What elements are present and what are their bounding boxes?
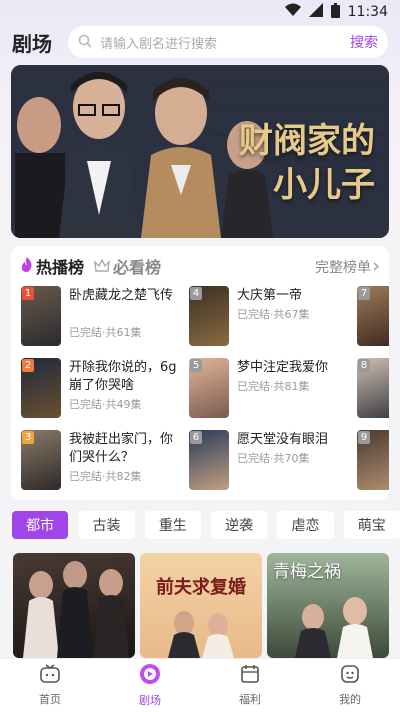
ranking-item[interactable]: 2 开除我你说的，6g崩了你哭啥 已完结·共49集 — [21, 358, 191, 420]
drama-cover: 5 — [189, 358, 229, 418]
poster-image — [295, 597, 373, 658]
status-time: 11:34 — [347, 4, 388, 20]
ranking-item[interactable]: 7 — [357, 286, 389, 348]
ranking-item[interactable]: 3 我被赶出家门，你们哭什么？ 已完结·共82集 — [21, 430, 191, 492]
search-button[interactable]: 搜索 — [350, 32, 378, 52]
poster-image — [23, 561, 129, 658]
drama-cover: 7 — [357, 286, 389, 346]
ranking-item[interactable]: 9 — [357, 430, 389, 492]
tab-must-watch[interactable]: 必看榜 — [94, 254, 161, 278]
fire-icon — [21, 256, 33, 276]
genre-chip-cute-baby[interactable]: 萌宝 — [343, 511, 400, 539]
tv-icon — [39, 664, 61, 688]
page-title: 剧场 — [12, 31, 52, 56]
ranking-item[interactable]: 4 大庆第一帝 已完结·共67集 — [189, 286, 359, 348]
nav-profile[interactable]: 我的 — [320, 664, 380, 707]
drama-poster[interactable]: 青梅之祸 — [267, 553, 389, 658]
drama-poster[interactable] — [13, 553, 135, 658]
full-list-link[interactable]: 完整榜单 — [315, 257, 379, 277]
play-icon — [139, 663, 161, 689]
drama-cover: 1 — [21, 286, 61, 346]
calendar-icon — [240, 664, 260, 688]
banner-title: 财阀家的 小儿子 — [239, 121, 375, 205]
search-input[interactable]: 请输入剧名进行搜索 — [100, 33, 342, 52]
drama-poster[interactable]: 前夫求复婚 — [140, 553, 262, 658]
nav-theater[interactable]: 剧场 — [120, 663, 180, 708]
banner[interactable]: 财阀家的 小儿子 — [11, 65, 389, 238]
header: 剧场 请输入剧名进行搜索 搜索 — [0, 24, 400, 60]
genre-chip-angst[interactable]: 虐恋 — [277, 511, 334, 539]
status-bar: 11:34 — [0, 0, 400, 24]
chevron-right-icon — [373, 259, 379, 275]
tab-hot[interactable]: 热播榜 — [21, 254, 84, 278]
profile-icon — [340, 664, 360, 688]
signal-icon — [308, 3, 323, 21]
ranking-tabs: 热播榜 必看榜 — [21, 254, 161, 278]
wifi-icon — [284, 3, 301, 21]
ranking-item[interactable]: 8 — [357, 358, 389, 420]
ranking-item[interactable]: 1 卧虎藏龙之楚飞传 已完结·共61集 — [21, 286, 191, 348]
drama-cover: 4 — [189, 286, 229, 346]
ranking-card: 热播榜 必看榜 完整榜单 1 卧虎藏龙之楚飞传 已完结·共61集 2 开除我你说 — [11, 246, 389, 500]
drama-cover: 8 — [357, 358, 389, 418]
search-box[interactable]: 请输入剧名进行搜索 搜索 — [68, 26, 388, 58]
search-icon — [78, 33, 92, 52]
genre-tabs: 都市 古装 重生 逆袭 虐恋 萌宝 — [12, 511, 400, 541]
drama-cover: 9 — [357, 430, 389, 490]
drama-cover: 2 — [21, 358, 61, 418]
drama-cover: 6 — [189, 430, 229, 490]
poster-image — [168, 611, 234, 658]
genre-chip-rebirth[interactable]: 重生 — [144, 511, 201, 539]
genre-chip-urban[interactable]: 都市 — [12, 511, 69, 539]
crown-icon — [94, 257, 110, 276]
poster-row: 前夫求复婚 青梅之祸 — [13, 553, 393, 658]
bottom-nav: 首页 剧场 福利 我的 — [0, 658, 400, 712]
ranking-item[interactable]: 6 愿天堂没有眼泪 已完结·共70集 — [189, 430, 359, 492]
ranking-item[interactable]: 5 梦中注定我爱你 已完结·共81集 — [189, 358, 359, 420]
genre-chip-comeback[interactable]: 逆袭 — [210, 511, 268, 539]
battery-icon — [330, 2, 340, 22]
genre-chip-costume[interactable]: 古装 — [78, 511, 135, 539]
nav-welfare[interactable]: 福利 — [220, 664, 280, 707]
drama-cover: 3 — [21, 430, 61, 490]
nav-home[interactable]: 首页 — [20, 664, 80, 707]
